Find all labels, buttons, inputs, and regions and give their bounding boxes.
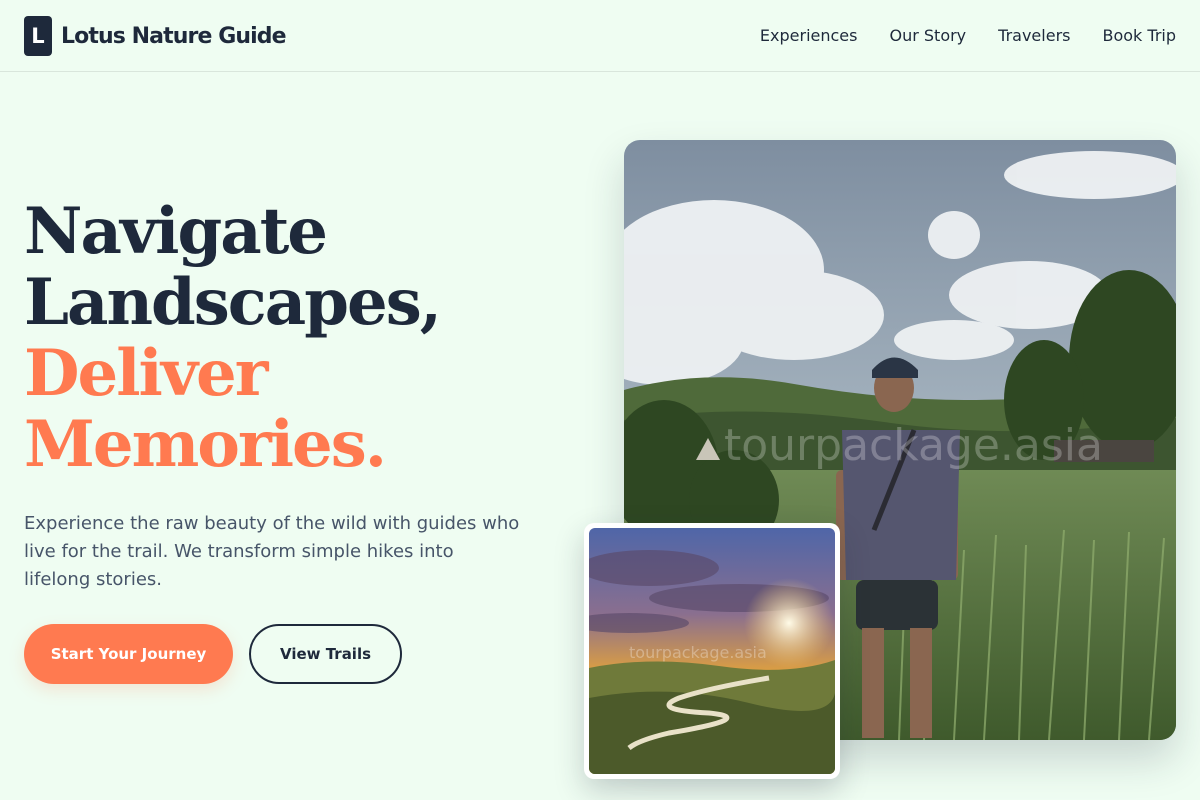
nav-item-experiences[interactable]: Experiences — [760, 26, 858, 46]
hero-title-line-1: Navigate — [24, 194, 328, 269]
main-photo-watermark: tourpackage.asia — [724, 420, 1103, 471]
nav-item-book-trip[interactable]: Book Trip — [1102, 26, 1176, 46]
start-journey-button[interactable]: Start Your Journey — [24, 624, 233, 684]
view-trails-button[interactable]: View Trails — [249, 624, 402, 684]
main-nav: Experiences Our Story Travelers Book Tri… — [760, 26, 1176, 46]
hero-title: Navigate Landscapes, Deliver Memories. — [24, 194, 442, 482]
hero-title-line-2: Landscapes, — [24, 265, 442, 340]
brand-name: Lotus Nature Guide — [61, 23, 287, 49]
nav-item-our-story[interactable]: Our Story — [889, 26, 966, 46]
brand-logo[interactable]: L Lotus Nature Guide — [24, 16, 287, 56]
site-header: L Lotus Nature Guide Experiences Our Sto… — [0, 0, 1200, 72]
hero-title-line-4: Memories. — [24, 407, 387, 482]
nav-item-travelers[interactable]: Travelers — [998, 26, 1070, 46]
small-photo-watermark: tourpackage.asia — [629, 643, 767, 662]
hero-secondary-photo: tourpackage.asia — [584, 523, 840, 779]
sunset-river-image: tourpackage.asia — [589, 528, 835, 774]
hero-description: Experience the raw beauty of the wild wi… — [24, 513, 520, 590]
letter-l-logo-icon: L — [24, 16, 52, 56]
hero-title-line-3: Deliver — [24, 336, 268, 411]
